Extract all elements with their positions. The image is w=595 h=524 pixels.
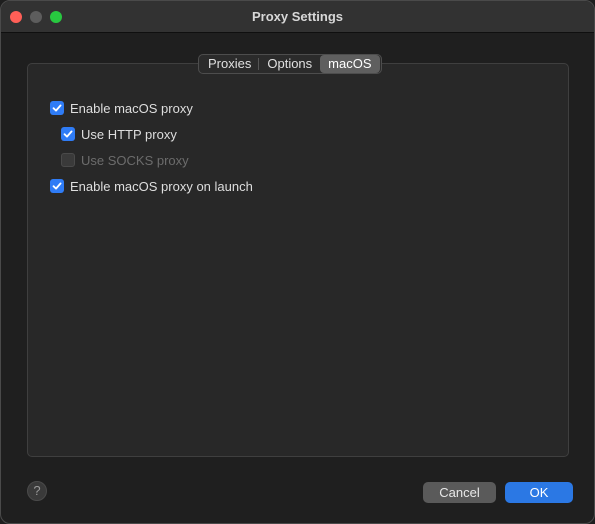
checkmark-icon — [52, 104, 62, 112]
window-title: Proxy Settings — [251, 9, 344, 24]
cancel-button[interactable]: Cancel — [423, 482, 496, 503]
enable-on-launch-row[interactable]: Enable macOS proxy on launch — [50, 177, 253, 195]
enable-macos-proxy-row[interactable]: Enable macOS proxy — [50, 99, 193, 117]
title-bar[interactable]: Proxy Settings — [1, 1, 594, 33]
tab-macos[interactable]: macOS — [320, 55, 380, 73]
proxy-settings-window: Proxy Settings Proxies Options macOS Ena… — [0, 0, 595, 524]
checkmark-icon — [52, 182, 62, 190]
enable-on-launch-checkbox[interactable] — [50, 179, 64, 193]
use-socks-proxy-checkbox — [61, 153, 75, 167]
checkmark-icon — [63, 130, 73, 138]
ok-button[interactable]: OK — [505, 482, 573, 503]
enable-macos-proxy-label: Enable macOS proxy — [70, 100, 193, 116]
enable-on-launch-label: Enable macOS proxy on launch — [70, 178, 253, 194]
use-socks-proxy-row: Use SOCKS proxy — [61, 151, 189, 169]
help-button[interactable]: ? — [27, 481, 47, 501]
enable-macos-proxy-checkbox[interactable] — [50, 101, 64, 115]
tab-options[interactable]: Options — [259, 55, 320, 73]
tab-segmented-control: Proxies Options macOS — [198, 54, 382, 74]
use-http-proxy-row[interactable]: Use HTTP proxy — [61, 125, 177, 143]
use-http-proxy-checkbox[interactable] — [61, 127, 75, 141]
use-http-proxy-label: Use HTTP proxy — [81, 126, 177, 142]
tab-proxies[interactable]: Proxies — [200, 55, 260, 73]
use-socks-proxy-label: Use SOCKS proxy — [81, 152, 189, 168]
tab-content-panel — [27, 63, 569, 457]
